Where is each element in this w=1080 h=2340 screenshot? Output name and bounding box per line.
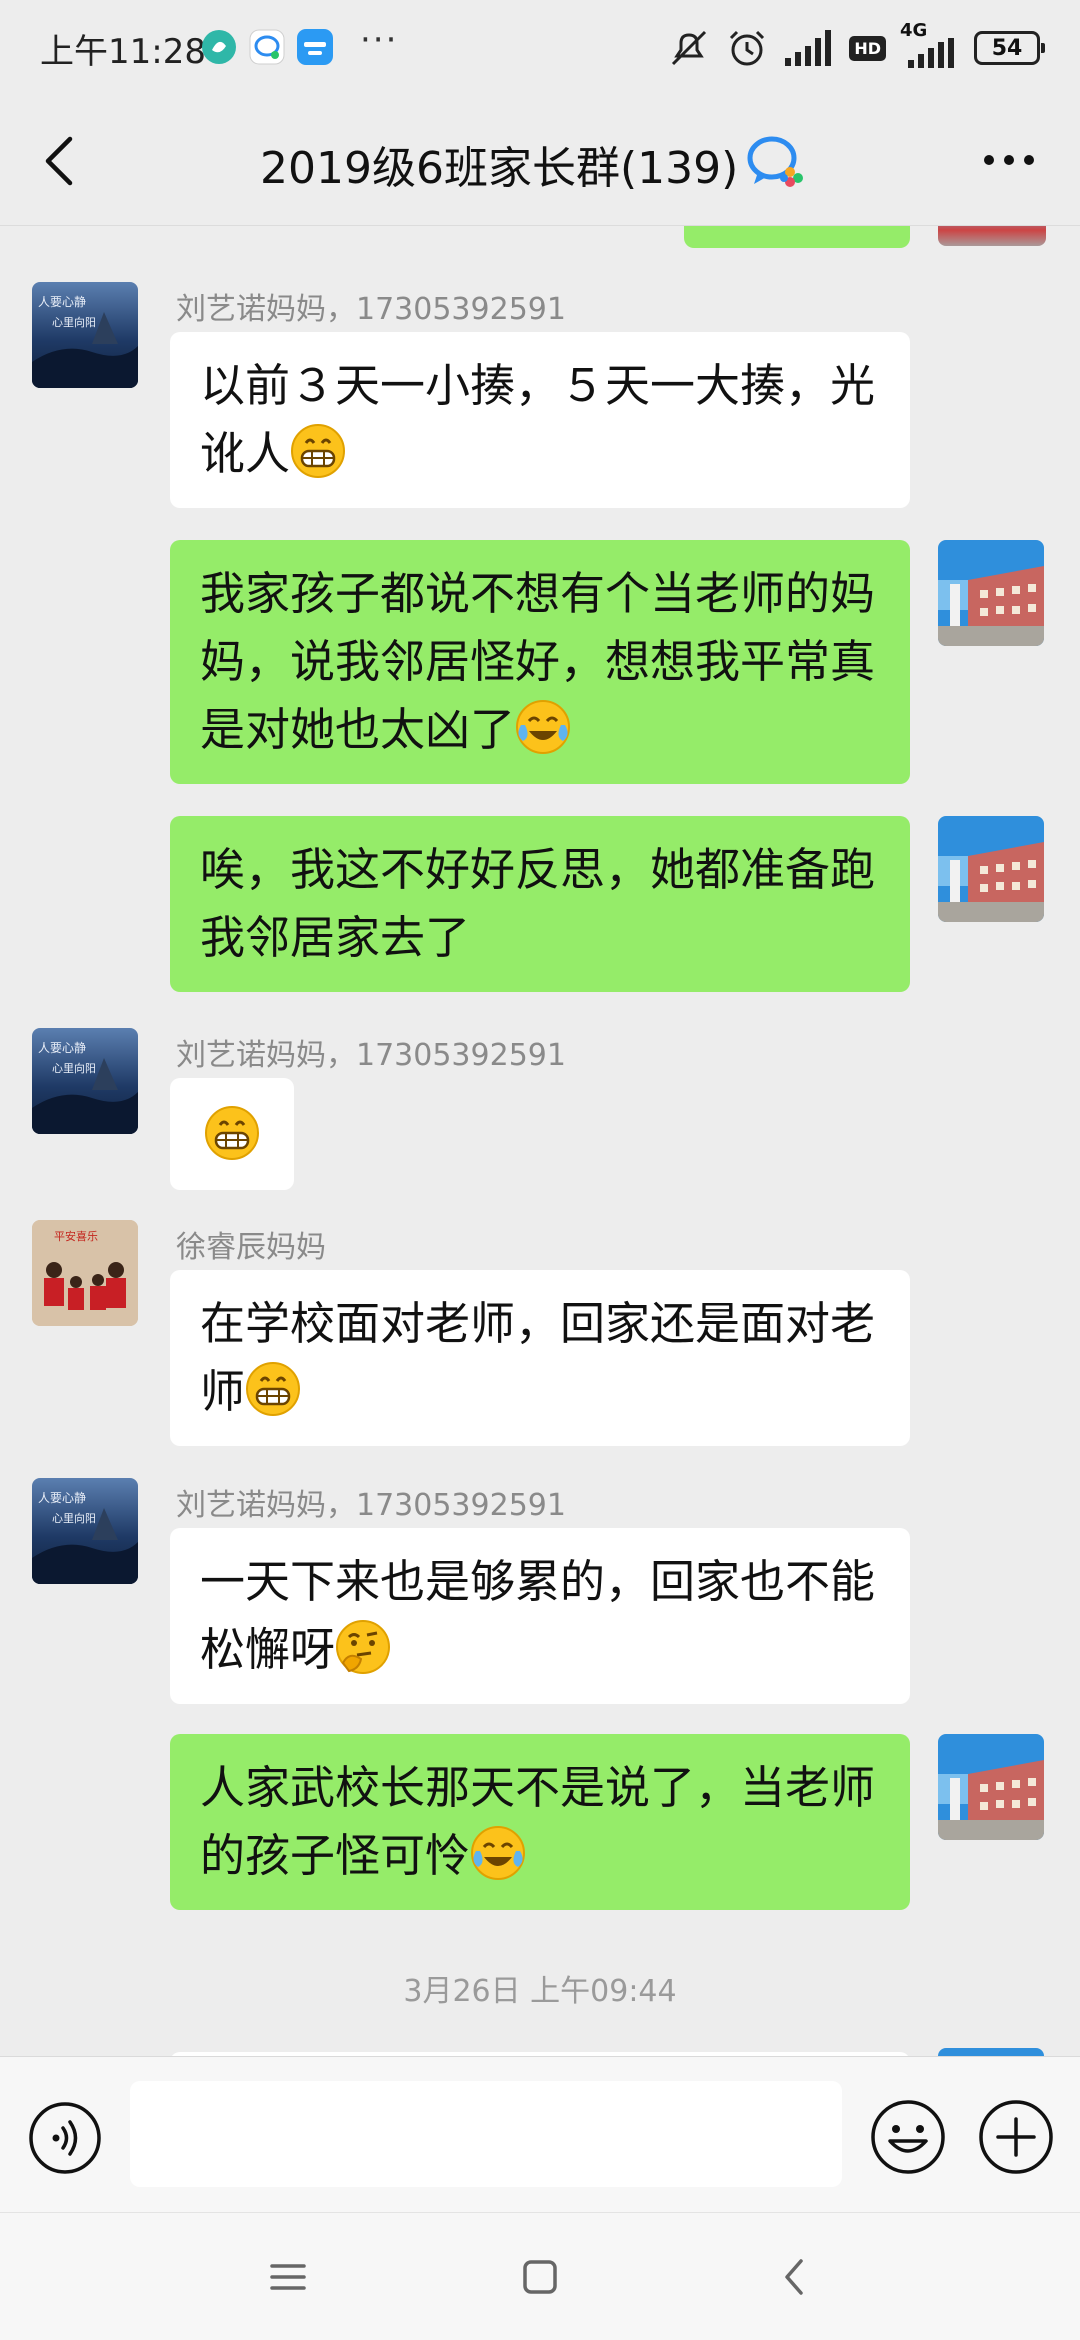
partial-outgoing-bubble[interactable] <box>684 226 910 248</box>
home-button[interactable] <box>510 2247 570 2307</box>
menu-icon <box>270 2264 306 2290</box>
svg-text:心里向阳: 心里向阳 <box>52 315 96 329</box>
app-notification-icon <box>202 30 236 64</box>
message-input[interactable] <box>130 2081 842 2187</box>
grin-emoji-icon <box>205 1106 259 1160</box>
status-time: 上午11:28 <box>40 32 206 72</box>
battery-level: 54 <box>991 35 1023 61</box>
sender-name: 刘艺诺妈妈，17305392591 <box>176 292 566 327</box>
message-bubble[interactable]: 在学校面对老师，回家还是面对老师 <box>170 1270 910 1446</box>
chevron-left-icon <box>785 2259 803 2295</box>
avatar-xu-ruichen-mom[interactable]: 平安喜乐 <box>32 1220 138 1326</box>
sender-name: 刘艺诺妈妈，17305392591 <box>176 1488 566 1523</box>
battery-icon: 54 <box>974 31 1045 65</box>
message-list[interactable]: 人要心静 心里向阳 刘艺诺妈妈，17305392591 以前３天一小揍，５天一大揍… <box>0 226 1080 2056</box>
voice-input-button[interactable] <box>28 2101 102 2175</box>
recent-apps-button[interactable] <box>258 2247 318 2307</box>
chat-notification-icon <box>249 29 285 65</box>
signal-4g-icon <box>908 38 954 68</box>
message-bubble[interactable]: 以前３天一小揍，５天一大揍，光讹人 <box>170 332 910 508</box>
avatar-liu-yinuo-mom[interactable]: 人要心静心里向阳 <box>32 1028 138 1134</box>
status-bar: 上午11:28 ··· HD 4G 54 <box>0 0 1080 96</box>
message-text: 在学校面对老师，回家还是面对老师 <box>200 1297 876 1418</box>
message-text: 人家武校长那天不是说了，当老师的孩子怪可怜 <box>200 1761 876 1882</box>
message-timestamp: 3月26日 上午09:44 <box>403 1974 677 2009</box>
chat-header: 2019级6班家长群(139) <box>0 96 1080 226</box>
system-navigation-bar <box>0 2212 1080 2340</box>
study-app-notification-icon <box>297 29 333 65</box>
message-bubble[interactable] <box>170 1078 294 1190</box>
svg-text:心里向阳: 心里向阳 <box>52 1511 96 1525</box>
avatar-liu-yinuo-mom[interactable]: 人要心静心里向阳 <box>32 1478 138 1584</box>
chevron-left-icon <box>45 136 73 186</box>
back-button[interactable] <box>28 128 88 194</box>
mute-icon <box>672 30 707 66</box>
signal-icon <box>785 30 832 66</box>
self-avatar[interactable] <box>938 1734 1044 1840</box>
enterprise-chat-icon <box>747 136 803 187</box>
more-options-button[interactable] <box>974 130 1044 190</box>
message-bubble[interactable]: 一天下来也是够累的，回家也不能松懈呀 <box>170 1528 910 1704</box>
sender-name: 徐睿辰妈妈 <box>176 1230 326 1265</box>
self-avatar[interactable] <box>938 540 1044 646</box>
status-right-group: HD 4G 54 <box>667 20 1045 70</box>
message-bubble-outgoing[interactable]: 人家武校长那天不是说了，当老师的孩子怪可怜 <box>170 1734 910 1910</box>
message-text: 一天下来也是够累的，回家也不能松懈呀 <box>200 1555 876 1676</box>
sender-name: 刘艺诺妈妈，17305392591 <box>176 1038 566 1073</box>
signal-4g-group: 4G <box>900 20 960 68</box>
hd-badge: HD <box>849 35 886 61</box>
partial-self-avatar[interactable] <box>938 2048 1044 2056</box>
emoji-picker-button[interactable] <box>868 2097 948 2177</box>
partial-self-avatar[interactable] <box>938 226 1046 246</box>
grin-emoji-icon <box>246 1362 301 1416</box>
system-back-button[interactable] <box>764 2247 824 2307</box>
svg-text:心里向阳: 心里向阳 <box>52 1061 96 1075</box>
message-bubble-outgoing[interactable]: 唉，我这不好好反思，她都准备跑我邻居家去了 <box>170 816 910 992</box>
grin-emoji-icon <box>291 424 346 478</box>
self-avatar[interactable] <box>938 816 1044 922</box>
svg-text:人要心静: 人要心静 <box>38 1491 86 1505</box>
laugh-cry-emoji-icon <box>471 1826 526 1880</box>
status-more-dots: ··· <box>360 20 399 60</box>
chat-title: 2019级6班家长群(139) <box>260 143 739 194</box>
more-dots-icon <box>984 155 1034 165</box>
alarm-icon <box>730 30 765 66</box>
thinking-emoji-icon <box>336 1620 391 1674</box>
svg-text:人要心静: 人要心静 <box>38 1041 86 1055</box>
message-text: 唉，我这不好好反思，她都准备跑我邻居家去了 <box>200 843 876 964</box>
avatar-liu-yinuo-mom[interactable]: 人要心静心里向阳 <box>32 282 138 388</box>
more-functions-button[interactable] <box>976 2097 1056 2177</box>
laugh-cry-emoji-icon <box>516 700 571 754</box>
square-icon <box>523 2260 557 2294</box>
message-bubble-outgoing[interactable]: 我家孩子都说不想有个当老师的妈妈，说我邻居怪好，想想我平常真是对她也太凶了 <box>170 540 910 784</box>
svg-text:平安喜乐: 平安喜乐 <box>54 1229 98 1243</box>
composer-bar <box>0 2056 1080 2212</box>
svg-text:人要心静: 人要心静 <box>38 295 86 309</box>
